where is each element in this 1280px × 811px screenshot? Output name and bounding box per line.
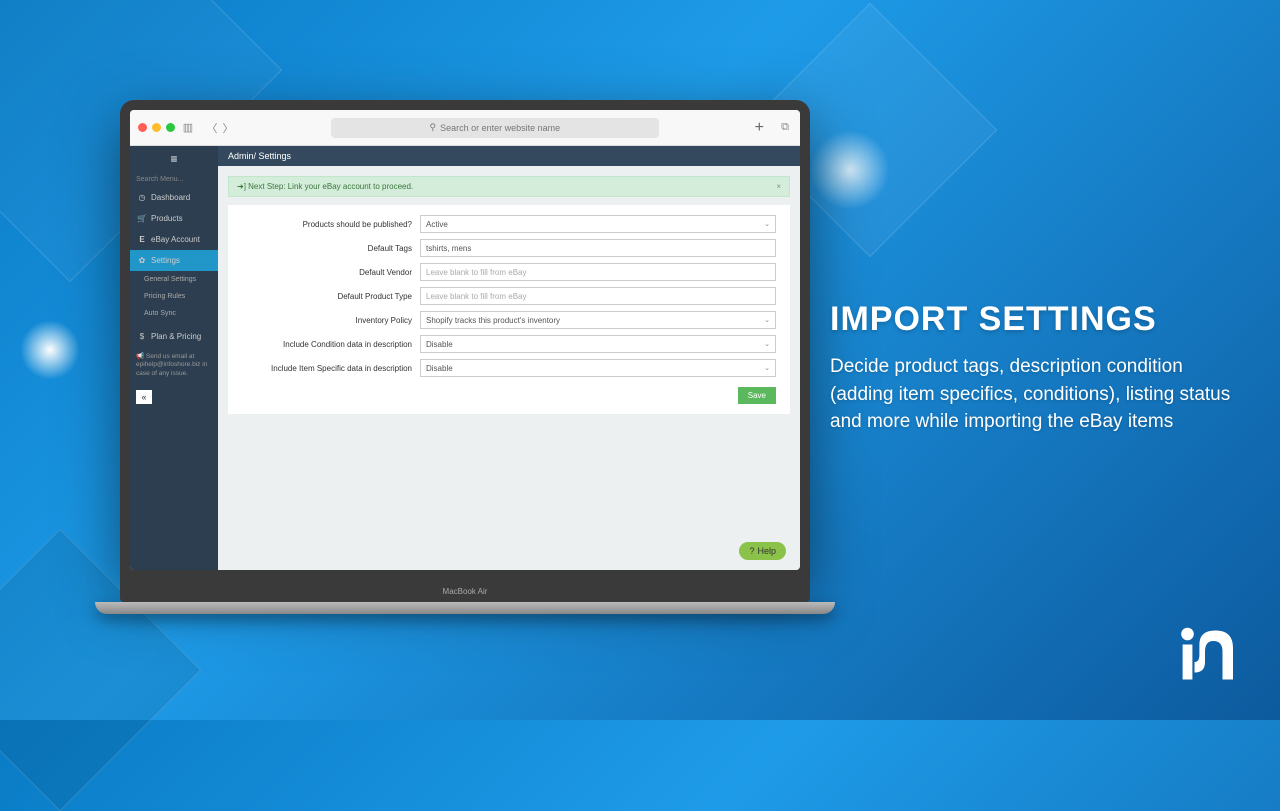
new-tab-icon[interactable]: +: [755, 119, 764, 137]
brand-logo: [1170, 620, 1240, 690]
save-button[interactable]: Save: [738, 387, 776, 404]
minimize-window-icon[interactable]: [152, 123, 161, 132]
menu-toggle-icon[interactable]: ≡: [130, 146, 218, 172]
chevron-down-icon: ⌄: [764, 316, 770, 324]
field-label: Include Condition data in description: [242, 340, 412, 349]
back-icon[interactable]: 〈: [205, 121, 219, 135]
field-label: Products should be published?: [242, 220, 412, 229]
maximize-window-icon[interactable]: [166, 123, 175, 132]
marketing-copy: IMPORT SETTINGS Decide product tags, des…: [830, 300, 1250, 436]
default-vendor-input[interactable]: Leave blank to fill from eBay: [420, 263, 776, 281]
field-label: Default Vendor: [242, 268, 412, 277]
sidebar-item-plan[interactable]: $Plan & Pricing: [130, 326, 218, 347]
close-window-icon[interactable]: [138, 123, 147, 132]
chevron-down-icon: ⌄: [764, 220, 770, 228]
support-note: 📢 Send us email at epihelp@infoshore.biz…: [130, 347, 218, 384]
laptop-mockup: ▥ 〈 〉 ⚲ Search or enter website name + ⧉…: [120, 100, 810, 614]
search-icon: ⚲: [429, 122, 436, 133]
settings-form: Products should be published? Active⌄ Def…: [228, 205, 790, 414]
chevron-down-icon: ⌄: [764, 340, 770, 348]
sidebar-search-input[interactable]: Search Menu...: [130, 172, 218, 187]
chevron-down-icon: ⌄: [764, 364, 770, 372]
gear-icon: ✿: [137, 256, 147, 265]
sidebar-item-dashboard[interactable]: ◷Dashboard: [130, 187, 218, 208]
field-label: Default Product Type: [242, 292, 412, 301]
browser-toolbar: ▥ 〈 〉 ⚲ Search or enter website name + ⧉: [130, 110, 800, 146]
cart-icon: 🛒: [137, 214, 147, 223]
condition-select[interactable]: Disable⌄: [420, 335, 776, 353]
login-icon: ➜]: [237, 182, 248, 191]
lens-flare: [810, 130, 890, 210]
default-type-input[interactable]: Leave blank to fill from eBay: [420, 287, 776, 305]
field-label: Default Tags: [242, 244, 412, 253]
help-button[interactable]: ?Help: [739, 542, 786, 560]
sidebar-item-ebay[interactable]: EeBay Account: [130, 229, 218, 250]
dollar-icon: $: [137, 332, 147, 341]
tabs-icon[interactable]: ⧉: [778, 121, 792, 135]
laptop-base: [95, 602, 835, 614]
collapse-sidebar-icon[interactable]: «: [136, 390, 152, 404]
gauge-icon: ◷: [137, 193, 147, 202]
question-icon: ?: [749, 546, 754, 556]
field-label: Inventory Policy: [242, 316, 412, 325]
next-step-alert: ➜] Next Step: Link your eBay account to …: [228, 176, 790, 197]
admin-sidebar: ≡ Search Menu... ◷Dashboard 🛒Products Ee…: [130, 146, 218, 570]
sidebar-sub-autosync[interactable]: Auto Sync: [130, 305, 218, 322]
sidebar-item-settings[interactable]: ✿Settings: [130, 250, 218, 271]
sidebar-item-products[interactable]: 🛒Products: [130, 208, 218, 229]
item-specific-select[interactable]: Disable⌄: [420, 359, 776, 377]
url-search-input[interactable]: ⚲ Search or enter website name: [331, 118, 659, 138]
marketing-body: Decide product tags, description conditi…: [830, 353, 1250, 436]
published-select[interactable]: Active⌄: [420, 215, 776, 233]
speaker-icon: 📢: [136, 353, 146, 360]
forward-icon[interactable]: 〉: [221, 121, 235, 135]
laptop-hinge: MacBook Air: [120, 580, 810, 602]
default-tags-input[interactable]: tshirts, mens: [420, 239, 776, 257]
field-label: Include Item Specific data in descriptio…: [242, 364, 412, 373]
close-icon[interactable]: ×: [776, 182, 781, 191]
breadcrumb: Admin/ Settings: [218, 146, 800, 166]
inventory-select[interactable]: Shopify tracks this product's inventory⌄: [420, 311, 776, 329]
marketing-title: IMPORT SETTINGS: [830, 300, 1250, 339]
ebay-icon: E: [137, 235, 147, 244]
sidebar-toggle-icon[interactable]: ▥: [181, 121, 195, 135]
sidebar-sub-general[interactable]: General Settings: [130, 271, 218, 288]
sidebar-sub-pricing[interactable]: Pricing Rules: [130, 288, 218, 305]
lens-flare: [20, 320, 80, 380]
